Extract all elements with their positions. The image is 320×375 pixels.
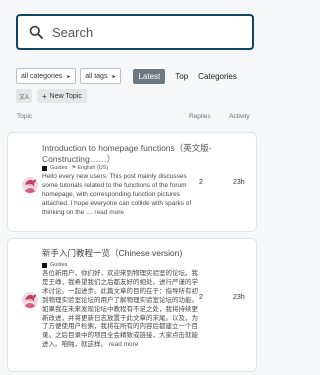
topic-list-item: Introduction to homepage functions（英文版-C… (7, 132, 257, 232)
topic-list-item: 新手入门教程一览（Chinese version) Guides 各位新用户，你… (7, 238, 257, 372)
replies-count[interactable]: 2 (199, 179, 203, 186)
action-bar: 文A + New Topic (16, 89, 87, 103)
activity-time[interactable]: 23h (233, 294, 245, 301)
topic-list-header: Topic Replies Activity (0, 113, 270, 123)
category-badge[interactable]: Guides (50, 165, 67, 171)
caret-right-icon: ▸ (112, 73, 116, 80)
read-more-link[interactable]: read more (94, 209, 124, 216)
categories-dropdown-label: all categories (21, 72, 63, 80)
tag-badge[interactable]: English (US) (77, 165, 108, 171)
tab-top[interactable]: Top (175, 72, 188, 81)
topic-meta: Guides (42, 262, 67, 268)
topic-excerpt: 各位新用户，你们好，欢迎来到物理实验室的论坛。我是王峥，我希望我们之后都友好的相… (42, 270, 204, 350)
excerpt-text: 各位新用户，你们好，欢迎来到物理实验室的论坛。我是王峥，我希望我们之后都友好的相… (42, 270, 198, 349)
tab-latest[interactable]: Latest (133, 68, 166, 84)
tag-icon: ⚑ (71, 165, 77, 171)
column-header-activity[interactable]: Activity (229, 113, 250, 120)
column-header-topic[interactable]: Topic (17, 113, 32, 120)
translate-icon: 文A (18, 94, 29, 101)
topic-meta: Guides ⚑ English (US) (42, 165, 108, 171)
new-topic-button[interactable]: + New Topic (37, 89, 87, 103)
categories-dropdown[interactable]: all categories ▸ (16, 68, 77, 84)
tags-dropdown[interactable]: all tags ▸ (80, 68, 122, 84)
search-box[interactable] (16, 14, 254, 50)
category-badge[interactable]: Guides (50, 262, 67, 268)
search-icon (29, 25, 43, 39)
topic-title-link[interactable]: 新手入门教程一览（Chinese version) (42, 248, 212, 259)
new-topic-label: New Topic (49, 92, 82, 100)
tags-dropdown-label: all tags (85, 72, 108, 80)
activity-time[interactable]: 23h (233, 179, 245, 186)
topic-excerpt: Hello every new users. This post mainly … (42, 173, 204, 218)
category-color-square (42, 262, 47, 268)
column-header-replies[interactable]: Replies (189, 113, 211, 120)
search-input[interactable] (52, 24, 242, 40)
avatar[interactable] (22, 292, 38, 308)
translate-button[interactable]: 文A (16, 89, 32, 103)
avatar[interactable] (22, 177, 38, 193)
category-color-square (42, 165, 47, 171)
replies-count[interactable]: 2 (199, 294, 203, 301)
topic-title-link[interactable]: Introduction to homepage functions（英文版-C… (42, 143, 212, 165)
tab-categories[interactable]: Categories (198, 72, 237, 81)
plus-icon: + (42, 91, 47, 101)
caret-right-icon: ▸ (67, 73, 71, 80)
read-more-link[interactable]: read more (109, 341, 139, 348)
navigation-bar: all categories ▸ all tags ▸ Latest Top C… (16, 68, 237, 84)
